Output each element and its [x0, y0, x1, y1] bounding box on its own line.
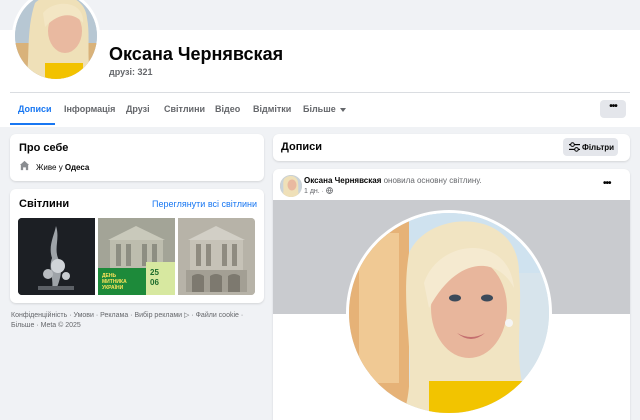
lives-in-text: Живе у Одеса — [36, 163, 89, 172]
filters-button[interactable]: Фільтри — [563, 138, 618, 156]
post-profile-picture[interactable] — [346, 210, 552, 416]
post-meta: 1 дн. · — [304, 187, 333, 195]
post-author-link[interactable]: Оксана Чернявская — [304, 176, 381, 185]
photos-title: Світлини — [19, 198, 70, 210]
profile-header: Оксана Чернявская друзі: 321 Дописи Інфо… — [0, 0, 640, 127]
thumb2-date-month: 06 — [150, 278, 159, 287]
about-title: Про себе — [19, 142, 69, 154]
post-card: Оксана Чернявская оновила основну світли… — [273, 169, 630, 420]
tab-more[interactable]: Більше — [303, 104, 346, 114]
thumb2-date-day: 25 — [150, 268, 159, 277]
photo-thumbnail-1[interactable] — [18, 218, 95, 295]
post-options-button[interactable]: ••• — [603, 178, 611, 189]
profile-name: Оксана Чернявская — [109, 44, 284, 64]
globe-icon — [325, 187, 333, 194]
photo-thumbnail-2[interactable]: ДЕНЬ МИТНИКА УКРАЇНИ 25 06 — [98, 218, 175, 295]
filter-sliders-icon — [569, 142, 580, 152]
see-all-photos-link[interactable]: Переглянути всі світлини — [152, 199, 257, 209]
photos-card: Світлини Переглянути всі світлини ДЕНЬ М… — [10, 189, 264, 303]
posts-title: Дописи — [281, 141, 322, 153]
divider — [10, 92, 630, 93]
post-time-link[interactable]: 1 дн. — [304, 188, 320, 195]
friends-count[interactable]: друзі: 321 — [109, 67, 152, 77]
photo-thumbnail-3[interactable] — [178, 218, 255, 295]
lives-prefix: Живе у — [36, 163, 63, 172]
post-action-text: оновила основну світлину. — [383, 176, 482, 185]
chevron-down-icon — [339, 107, 346, 112]
post-header-text: Оксана Чернявская оновила основну світли… — [304, 176, 482, 185]
filters-label: Фільтри — [582, 143, 615, 152]
tab-more-label: Більше — [303, 104, 336, 114]
tab-friends[interactable]: Друзі — [126, 104, 150, 114]
post-author-avatar[interactable] — [280, 175, 302, 197]
home-icon — [19, 160, 30, 171]
profile-menu-button[interactable]: ••• — [600, 100, 626, 118]
tab-about[interactable]: Інформація — [64, 104, 115, 114]
footer-links[interactable]: Конфіденційність · Умови · Реклама · Виб… — [11, 311, 261, 331]
tab-videos[interactable]: Відео — [215, 104, 240, 114]
tab-photos[interactable]: Світлини — [164, 104, 205, 114]
active-tab-indicator — [10, 123, 55, 125]
thumb2-text-3: УКРАЇНИ — [102, 284, 124, 291]
tab-posts[interactable]: Дописи — [18, 104, 52, 114]
profile-avatar[interactable] — [12, 0, 100, 82]
about-card: Про себе Живе у Одеса — [10, 134, 264, 181]
lives-city-link[interactable]: Одеса — [65, 163, 89, 172]
posts-header-card: Дописи Фільтри — [273, 134, 630, 161]
tab-tags[interactable]: Відмітки — [253, 104, 291, 114]
